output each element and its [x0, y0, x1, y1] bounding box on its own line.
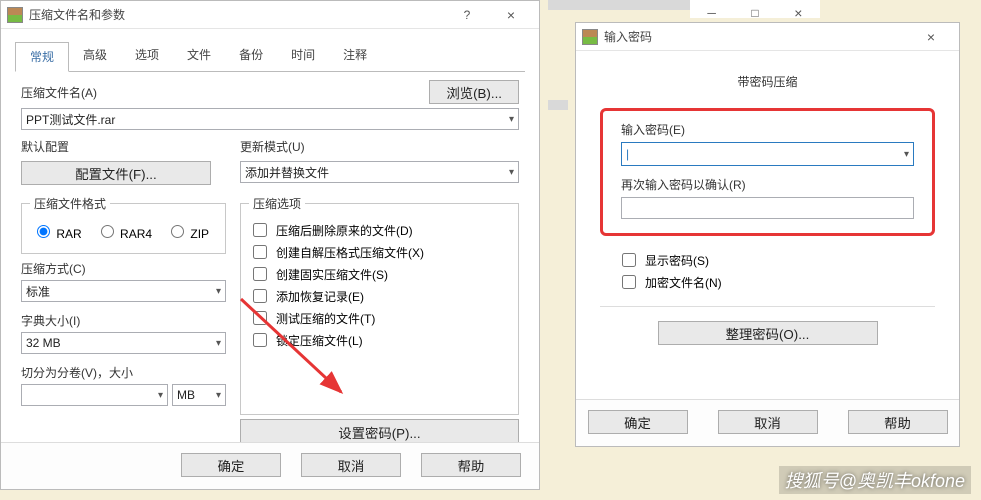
tab-backup[interactable]: 备份 — [225, 41, 277, 71]
opt-delete-after[interactable]: 压缩后删除原来的文件(D) — [249, 220, 510, 240]
password-dialog: 输入密码 × 带密码压缩 输入密码(E) | ▾ 再次输入密码以确认(R) 显示… — [575, 22, 960, 447]
format-rar4[interactable]: RAR4 — [96, 222, 152, 241]
cancel-button[interactable]: 取消 — [301, 453, 401, 477]
archive-dialog: 压缩文件名和参数 ? × 常规 高级 选项 文件 备份 时间 注释 压缩文件名(… — [0, 0, 540, 490]
method-value: 标准 — [26, 283, 50, 300]
format-legend: 压缩文件格式 — [30, 195, 110, 212]
password-input[interactable]: | ▾ — [621, 142, 914, 166]
dict-value: 32 MB — [26, 336, 61, 350]
method-combo[interactable]: 标准 ▾ — [21, 280, 226, 302]
pwd-help-button[interactable]: 帮助 — [848, 410, 948, 434]
tab-time[interactable]: 时间 — [277, 41, 329, 71]
password-titlebar: 输入密码 × — [576, 23, 959, 51]
watermark: 搜狐号@奥凯丰okfone — [779, 466, 971, 494]
tab-files[interactable]: 文件 — [173, 41, 225, 71]
profile-button[interactable]: 配置文件(F)... — [21, 161, 211, 185]
password-confirm-input[interactable] — [621, 197, 914, 219]
archive-name-value: PPT测试文件.rar — [26, 111, 115, 128]
tab-general[interactable]: 常规 — [15, 42, 69, 72]
options-legend: 压缩选项 — [249, 195, 305, 212]
chevron-down-icon: ▾ — [216, 390, 221, 401]
close-icon[interactable]: × — [909, 24, 953, 50]
pwd-ok-button[interactable]: 确定 — [588, 410, 688, 434]
chevron-down-icon: ▾ — [509, 167, 514, 178]
tabs: 常规 高级 选项 文件 备份 时间 注释 — [15, 41, 525, 72]
ok-button[interactable]: 确定 — [181, 453, 281, 477]
opt-sfx[interactable]: 创建自解压格式压缩文件(X) — [249, 242, 510, 262]
split-unit-combo[interactable]: MB ▾ — [172, 384, 226, 406]
password-subtitle: 带密码压缩 — [600, 73, 935, 90]
split-size-combo[interactable]: ▾ — [21, 384, 168, 406]
browse-button[interactable]: 浏览(B)... — [429, 80, 519, 104]
help-button-titlebar[interactable]: ? — [445, 2, 489, 28]
format-zip[interactable]: ZIP — [166, 222, 209, 241]
default-profile-label: 默认配置 — [21, 140, 69, 154]
opt-test[interactable]: 测试压缩的文件(T) — [249, 308, 510, 328]
archive-title: 压缩文件名和参数 — [29, 6, 125, 23]
password-title: 输入密码 — [604, 28, 652, 45]
tab-comment[interactable]: 注释 — [329, 41, 381, 71]
chevron-down-icon: ▾ — [216, 286, 221, 297]
split-label: 切分为分卷(V)，大小 — [21, 366, 133, 380]
divider — [600, 306, 935, 307]
format-fieldset: 压缩文件格式 RAR RAR4 ZIP — [21, 195, 226, 254]
archive-titlebar: 压缩文件名和参数 ? × — [1, 1, 539, 29]
tab-options[interactable]: 选项 — [121, 41, 173, 71]
chevron-down-icon: ▾ — [509, 114, 514, 125]
update-mode-label: 更新模式(U) — [240, 140, 305, 154]
options-fieldset: 压缩选项 压缩后删除原来的文件(D) 创建自解压格式压缩文件(X) 创建固实压缩… — [240, 195, 519, 415]
archive-name-label: 压缩文件名(A) — [21, 84, 97, 101]
archive-name-combo[interactable]: PPT测试文件.rar ▾ — [21, 108, 519, 130]
organize-passwords-button[interactable]: 整理密码(O)... — [658, 321, 878, 345]
rar-icon — [7, 7, 23, 23]
format-rar[interactable]: RAR — [32, 222, 82, 241]
password-dialog-buttons: 确定 取消 帮助 — [576, 399, 959, 446]
opt-recovery[interactable]: 添加恢复记录(E) — [249, 286, 510, 306]
update-mode-combo[interactable]: 添加并替换文件 ▾ — [240, 161, 519, 183]
update-mode-value: 添加并替换文件 — [245, 164, 329, 181]
pwd-cancel-button[interactable]: 取消 — [718, 410, 818, 434]
split-unit-value: MB — [177, 388, 195, 402]
help-button[interactable]: 帮助 — [421, 453, 521, 477]
method-label: 压缩方式(C) — [21, 262, 86, 276]
opt-lock[interactable]: 锁定压缩文件(L) — [249, 330, 510, 350]
dict-label: 字典大小(I) — [21, 314, 80, 328]
show-password-checkbox[interactable]: 显示密码(S) — [618, 250, 917, 270]
reenter-password-label: 再次输入密码以确认(R) — [621, 178, 746, 192]
tab-advanced[interactable]: 高级 — [69, 41, 121, 71]
chevron-down-icon: ▾ — [904, 149, 909, 160]
rar-icon — [582, 29, 598, 45]
chevron-down-icon: ▾ — [158, 390, 163, 401]
opt-solid[interactable]: 创建固实压缩文件(S) — [249, 264, 510, 284]
close-icon[interactable]: × — [489, 2, 533, 28]
password-highlight-box: 输入密码(E) | ▾ 再次输入密码以确认(R) — [600, 108, 935, 236]
chevron-down-icon: ▾ — [216, 338, 221, 349]
dict-combo[interactable]: 32 MB ▾ — [21, 332, 226, 354]
encrypt-names-checkbox[interactable]: 加密文件名(N) — [618, 272, 917, 292]
enter-password-label: 输入密码(E) — [621, 123, 685, 137]
archive-dialog-buttons: 确定 取消 帮助 — [1, 442, 539, 489]
